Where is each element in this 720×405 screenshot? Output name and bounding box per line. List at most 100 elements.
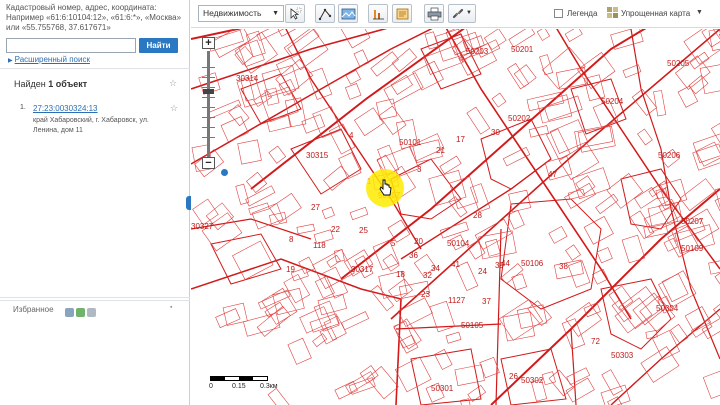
zoom-in-button[interactable]: + (202, 37, 215, 49)
result-number: 1. (20, 104, 26, 111)
parcel-label: 20 (414, 237, 423, 246)
parcel-label: 50206 (658, 151, 681, 160)
parcel-label: 50203 (466, 47, 489, 56)
zoom-tick (202, 87, 215, 88)
layer-select-value: Недвижимость (203, 8, 262, 18)
parcel-label: 17 (456, 135, 465, 144)
parcel-label: 1127 (448, 296, 466, 305)
parcel-label: 41 (451, 260, 460, 269)
parcel-label: 22 (331, 225, 340, 234)
find-button[interactable]: Найти (139, 38, 178, 53)
map-view-tool-button[interactable] (338, 4, 358, 23)
parcel-label: 8 (289, 235, 294, 244)
scale-label-0: 0 (209, 383, 213, 390)
parcel-label: 37 (482, 297, 491, 306)
legend-checkbox[interactable] (554, 9, 563, 18)
parcel-label: 118 (313, 241, 326, 250)
folder-icon[interactable] (65, 308, 74, 318)
favorites-label: Избранное (13, 305, 54, 314)
menu-icon[interactable]: ▪ (170, 304, 172, 311)
parcel-label: 50301 (431, 384, 454, 393)
chevron-down-icon: ▼ (272, 10, 279, 17)
add-icon[interactable] (76, 308, 85, 318)
cursor-select-icon (290, 7, 302, 20)
parcel-label: 50207 (681, 217, 704, 226)
star-icon[interactable]: ☆ (169, 78, 177, 89)
report-icon (396, 8, 409, 20)
advanced-search-label: Расширенный поиск (14, 55, 90, 64)
parcel-label: 50303 (611, 351, 634, 360)
divider (0, 297, 190, 298)
results-header: Найден 1 объект (14, 79, 87, 89)
parcel-label: 19 (286, 265, 295, 274)
zoom-tick (202, 127, 215, 128)
parcel-label: 72 (591, 337, 600, 346)
parcel-label: 18 (396, 270, 405, 279)
parcel-label: 27 (311, 203, 320, 212)
zoom-tick (202, 117, 215, 118)
star-icon[interactable]: ☆ (170, 103, 178, 114)
hand-cursor-icon (379, 179, 392, 196)
cadastral-map[interactable]: 5020150202501015020330314502063031550107… (191, 29, 720, 405)
parcel-label: 24 (478, 267, 487, 276)
parcel-label: 47 (548, 170, 557, 179)
chart-icon (373, 10, 384, 20)
chart-tool-button[interactable] (368, 4, 388, 23)
parcel-label: 30327 (191, 222, 214, 231)
chevron-down-icon[interactable]: ▼ (696, 9, 703, 16)
layer-select[interactable]: Недвижимость ▼ (198, 5, 284, 22)
parcel-label: 30 (491, 128, 500, 137)
parcel-label: 30317 (351, 265, 374, 274)
parcel-label: 38 (559, 262, 568, 271)
map-image-icon (341, 8, 356, 20)
search-panel: Кадастровый номер, адрес, координата: На… (0, 0, 190, 405)
parcel-label: 34 (431, 264, 440, 273)
advanced-search-link[interactable]: ▶ Расширенный поиск (8, 55, 90, 64)
location-pin-icon[interactable] (220, 168, 229, 177)
select-tool-button[interactable] (285, 4, 305, 23)
measure-icon (318, 8, 332, 21)
scale-label-end: 0.3км (260, 383, 278, 390)
triangle-right-icon: ▶ (8, 58, 13, 64)
parcel-label: 50109 (681, 244, 704, 253)
report-tool-button[interactable] (392, 4, 412, 23)
zoom-tick (202, 137, 215, 138)
result-cadastral-link[interactable]: 27:23:0030324:13 (33, 104, 98, 113)
parcel-label: 21 (436, 146, 445, 155)
chevron-down-icon: ▼ (466, 10, 472, 16)
parcel-label: 23 (421, 290, 430, 299)
results-count: 1 объект (48, 79, 88, 89)
result-address: край Хабаровский, г. Хабаровск, ул. Лени… (33, 117, 149, 134)
parcel-label: 28 (473, 211, 482, 220)
parcel-label: 25 (359, 226, 368, 235)
parcel-label: 50101 (399, 138, 422, 147)
map-toolbar: Недвижимость ▼ ▼ Легенда Упрощенная карта… (191, 0, 720, 28)
settings-icon[interactable] (87, 308, 96, 318)
parcel-label: 44 (501, 259, 510, 268)
parcel-label: 50302 (521, 376, 544, 385)
parcel-label: 50204 (601, 97, 624, 106)
parcel-label: 50104 (447, 239, 470, 248)
link-tool-button[interactable]: ▼ (448, 4, 476, 23)
measure-tool-button[interactable] (315, 4, 335, 23)
zoom-out-button[interactable]: − (202, 157, 215, 169)
zoom-tick (202, 107, 215, 108)
parcel-label: 3 (417, 165, 422, 174)
zoom-tick (202, 67, 215, 68)
parcel-label: 50201 (511, 45, 534, 54)
print-tool-button[interactable] (424, 4, 444, 23)
map-mode-select[interactable]: Упрощенная карта (621, 9, 690, 18)
parcel-lines (191, 29, 720, 405)
divider (0, 68, 190, 69)
link-icon (452, 8, 464, 19)
parcel-label: 26 (509, 372, 518, 381)
search-input[interactable] (6, 38, 136, 53)
parcel-label: 30315 (306, 151, 329, 160)
parcel-label: 50205 (667, 59, 690, 68)
zoom-tick (202, 77, 215, 78)
print-icon (427, 7, 442, 21)
grid-map-icon (607, 7, 618, 18)
zoom-slider-handle[interactable] (203, 89, 214, 94)
zoom-tick (202, 97, 215, 98)
parcel-label: 50105 (461, 321, 484, 330)
